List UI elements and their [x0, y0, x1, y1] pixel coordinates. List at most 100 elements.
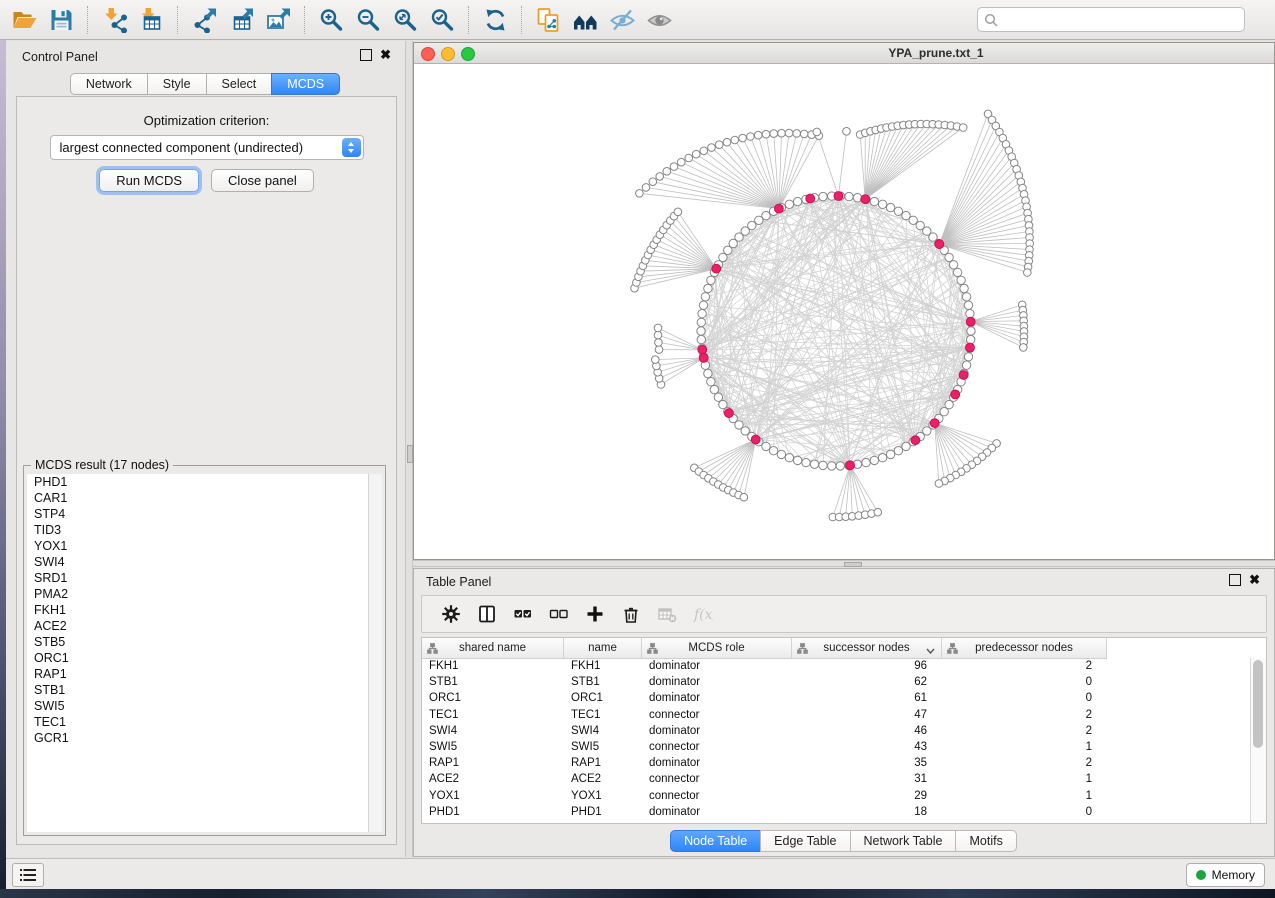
table-row[interactable]: TEC1TEC1connector472 — [422, 707, 1251, 723]
window-close-button[interactable] — [421, 47, 435, 61]
mcds-result-item[interactable]: TEC1 — [27, 714, 382, 730]
mcds-list-scrollbar[interactable] — [368, 474, 382, 832]
toolbar-show-graphics-details-button[interactable] — [641, 4, 678, 36]
toolbar-import-table-button[interactable] — [133, 4, 170, 36]
tab-style[interactable]: Style — [147, 73, 207, 95]
column-header-shared-name[interactable]: shared name — [422, 638, 564, 658]
search-field[interactable] — [977, 7, 1245, 32]
table-panel-tabs: Node TableEdge TableNetwork TableMotifs — [414, 830, 1274, 852]
delete-table-icon — [657, 604, 677, 624]
table-row[interactable]: YOX1YOX1connector291 — [422, 788, 1251, 804]
cell-name: FKH1 — [564, 660, 642, 672]
mcds-result-group: MCDS result (17 nodes) PHD1CAR1STP4TID3Y… — [23, 465, 386, 836]
table-scrollbar[interactable] — [1250, 658, 1266, 823]
deselect-all-button[interactable] — [544, 601, 574, 627]
mcds-result-item[interactable]: PHD1 — [27, 474, 382, 490]
toolbar-import-network-button[interactable] — [96, 4, 133, 36]
table-row[interactable]: PHD1PHD1dominator180 — [422, 804, 1251, 820]
memory-button[interactable]: Memory — [1186, 863, 1265, 887]
toolbar-hide-selected-button[interactable] — [604, 4, 641, 36]
cell-predecessor-nodes: 1 — [942, 790, 1107, 802]
add-row-button[interactable] — [580, 601, 610, 627]
toolbar-zoom-out-button[interactable] — [350, 4, 387, 36]
mcds-result-item[interactable]: YOX1 — [27, 538, 382, 554]
network-graph[interactable] — [414, 64, 1274, 560]
splitter-grip[interactable] — [844, 562, 862, 567]
task-history-button[interactable] — [12, 863, 44, 887]
close-panel-icon[interactable]: ✖ — [1249, 575, 1260, 585]
mcds-result-item[interactable]: CAR1 — [27, 490, 382, 506]
tab-mcds[interactable]: MCDS — [271, 73, 340, 95]
close-panel-icon[interactable]: ✖ — [380, 50, 391, 60]
mcds-result-item[interactable]: FKH1 — [27, 602, 382, 618]
window-minimize-button[interactable] — [441, 47, 455, 61]
column-type-icon — [427, 643, 438, 657]
toolbar-apply-layout-button[interactable] — [477, 4, 514, 36]
first-neighbors-icon — [572, 7, 599, 33]
select-all-button[interactable] — [508, 601, 538, 627]
toolbar-zoom-fit-button[interactable] — [387, 4, 424, 36]
column-header-name[interactable]: name — [564, 638, 642, 658]
mcds-result-item[interactable]: ACE2 — [27, 618, 382, 634]
close-panel-button[interactable]: Close panel — [211, 169, 314, 192]
float-panel-icon[interactable] — [360, 49, 372, 61]
network-canvas[interactable] — [414, 64, 1274, 559]
table-row[interactable]: SWI5SWI5connector431 — [422, 739, 1251, 755]
vertical-splitter[interactable] — [405, 41, 413, 857]
toolbar-zoom-selected-button[interactable] — [424, 4, 461, 36]
mcds-result-item[interactable]: STB1 — [27, 682, 382, 698]
toolbar-first-neighbors-button[interactable] — [567, 4, 604, 36]
cell-shared-name: SWI4 — [422, 725, 564, 737]
mcds-result-item[interactable]: STB5 — [27, 634, 382, 650]
table-row[interactable]: STB1STB1dominator620 — [422, 674, 1251, 690]
mcds-result-item[interactable]: ORC1 — [27, 650, 382, 666]
delete-row-button[interactable] — [616, 601, 646, 627]
window-maximize-button[interactable] — [461, 47, 475, 61]
toolbar-separator — [304, 6, 306, 34]
toolbar-new-network-from-selection-button[interactable] — [530, 4, 567, 36]
zoom-fit-icon — [392, 7, 419, 33]
mcds-result-item[interactable]: RAP1 — [27, 666, 382, 682]
tab-network[interactable]: Network — [70, 73, 148, 95]
mcds-result-item[interactable]: STP4 — [27, 506, 382, 522]
tab-motifs[interactable]: Motifs — [955, 830, 1016, 852]
criterion-dropdown[interactable]: largest connected component (undirected) — [50, 135, 364, 160]
mcds-result-item[interactable]: TID3 — [27, 522, 382, 538]
tab-network-table[interactable]: Network Table — [850, 830, 957, 852]
cell-shared-name: STB1 — [422, 676, 564, 688]
table-row[interactable]: RAP1RAP1dominator352 — [422, 755, 1251, 771]
cell-MCDS-role: dominator — [642, 692, 792, 704]
toolbar-open-button[interactable] — [6, 4, 43, 36]
toolbar-export-image-button[interactable] — [260, 4, 297, 36]
mcds-result-item[interactable]: SRD1 — [27, 570, 382, 586]
cell-MCDS-role: dominator — [642, 676, 792, 688]
mcds-result-item[interactable]: GCR1 — [27, 730, 382, 746]
export-network-icon — [191, 7, 218, 33]
table-row[interactable]: ORC1ORC1dominator610 — [422, 690, 1251, 706]
mcds-result-list[interactable]: PHD1CAR1STP4TID3YOX1SWI4SRD1PMA2FKH1ACE2… — [27, 474, 382, 832]
tab-node-table[interactable]: Node Table — [670, 830, 761, 852]
toolbar-zoom-in-button[interactable] — [313, 4, 350, 36]
open-icon — [11, 7, 38, 33]
run-mcds-button[interactable]: Run MCDS — [99, 169, 199, 192]
tab-select[interactable]: Select — [206, 73, 273, 95]
table-row[interactable]: SWI4SWI4dominator462 — [422, 723, 1251, 739]
scrollbar-thumb[interactable] — [1253, 660, 1263, 748]
column-header-successor-nodes[interactable]: successor nodes — [792, 638, 942, 658]
column-header-MCDS-role[interactable]: MCDS role — [642, 638, 792, 658]
column-header-predecessor-nodes[interactable]: predecessor nodes — [942, 638, 1107, 658]
split-panel-button[interactable] — [472, 601, 502, 627]
mcds-result-item[interactable]: SWI4 — [27, 554, 382, 570]
horizontal-splitter[interactable] — [413, 560, 1275, 567]
toolbar-export-network-button[interactable] — [186, 4, 223, 36]
float-panel-icon[interactable] — [1229, 574, 1241, 586]
search-input[interactable] — [1003, 12, 1238, 28]
settings-button[interactable] — [436, 601, 466, 627]
tab-edge-table[interactable]: Edge Table — [760, 830, 850, 852]
table-row[interactable]: FKH1FKH1dominator962 — [422, 658, 1251, 674]
mcds-result-item[interactable]: PMA2 — [27, 586, 382, 602]
toolbar-save-button[interactable] — [43, 4, 80, 36]
table-row[interactable]: ACE2ACE2connector311 — [422, 771, 1251, 787]
mcds-result-item[interactable]: SWI5 — [27, 698, 382, 714]
toolbar-export-table-button[interactable] — [223, 4, 260, 36]
